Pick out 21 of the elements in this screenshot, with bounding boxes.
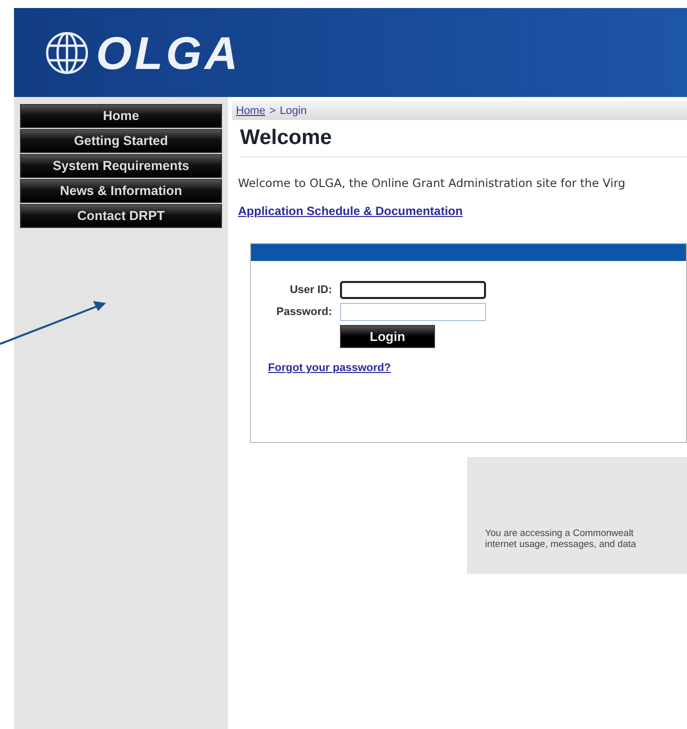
nav-item[interactable]: Getting Started: [20, 129, 222, 153]
nav-item[interactable]: Contact DRPT: [20, 204, 222, 228]
globe-icon: [44, 30, 90, 76]
login-button[interactable]: Login: [340, 325, 435, 348]
field-label: User ID:: [288, 284, 332, 296]
logo-text: OLGA: [96, 26, 241, 80]
documentation-link[interactable]: Application Schedule & Documentation: [238, 204, 463, 218]
field-label: Password:: [275, 306, 332, 318]
user-id-field[interactable]: [340, 281, 486, 299]
notice-text: internet usage, messages, and data: [485, 539, 638, 550]
notice-text: You are accessing a Commonwealt: [485, 528, 635, 539]
intro-text: Welcome to OLGA, the Online Grant Administration site for the Virg: [238, 176, 626, 190]
forgot-password-link[interactable]: Forgot your password?: [268, 362, 391, 374]
breadcrumb-link[interactable]: Home: [236, 104, 266, 116]
password-field[interactable]: [340, 303, 486, 321]
breadcrumb-current: Login: [280, 104, 307, 116]
nav-item[interactable]: News & Information: [20, 179, 222, 203]
nav-item[interactable]: System Requirements: [20, 154, 222, 178]
breadcrumb-separator: >: [269, 104, 276, 116]
page-title: Welcome: [240, 126, 687, 158]
nav-item[interactable]: Home: [20, 104, 222, 128]
